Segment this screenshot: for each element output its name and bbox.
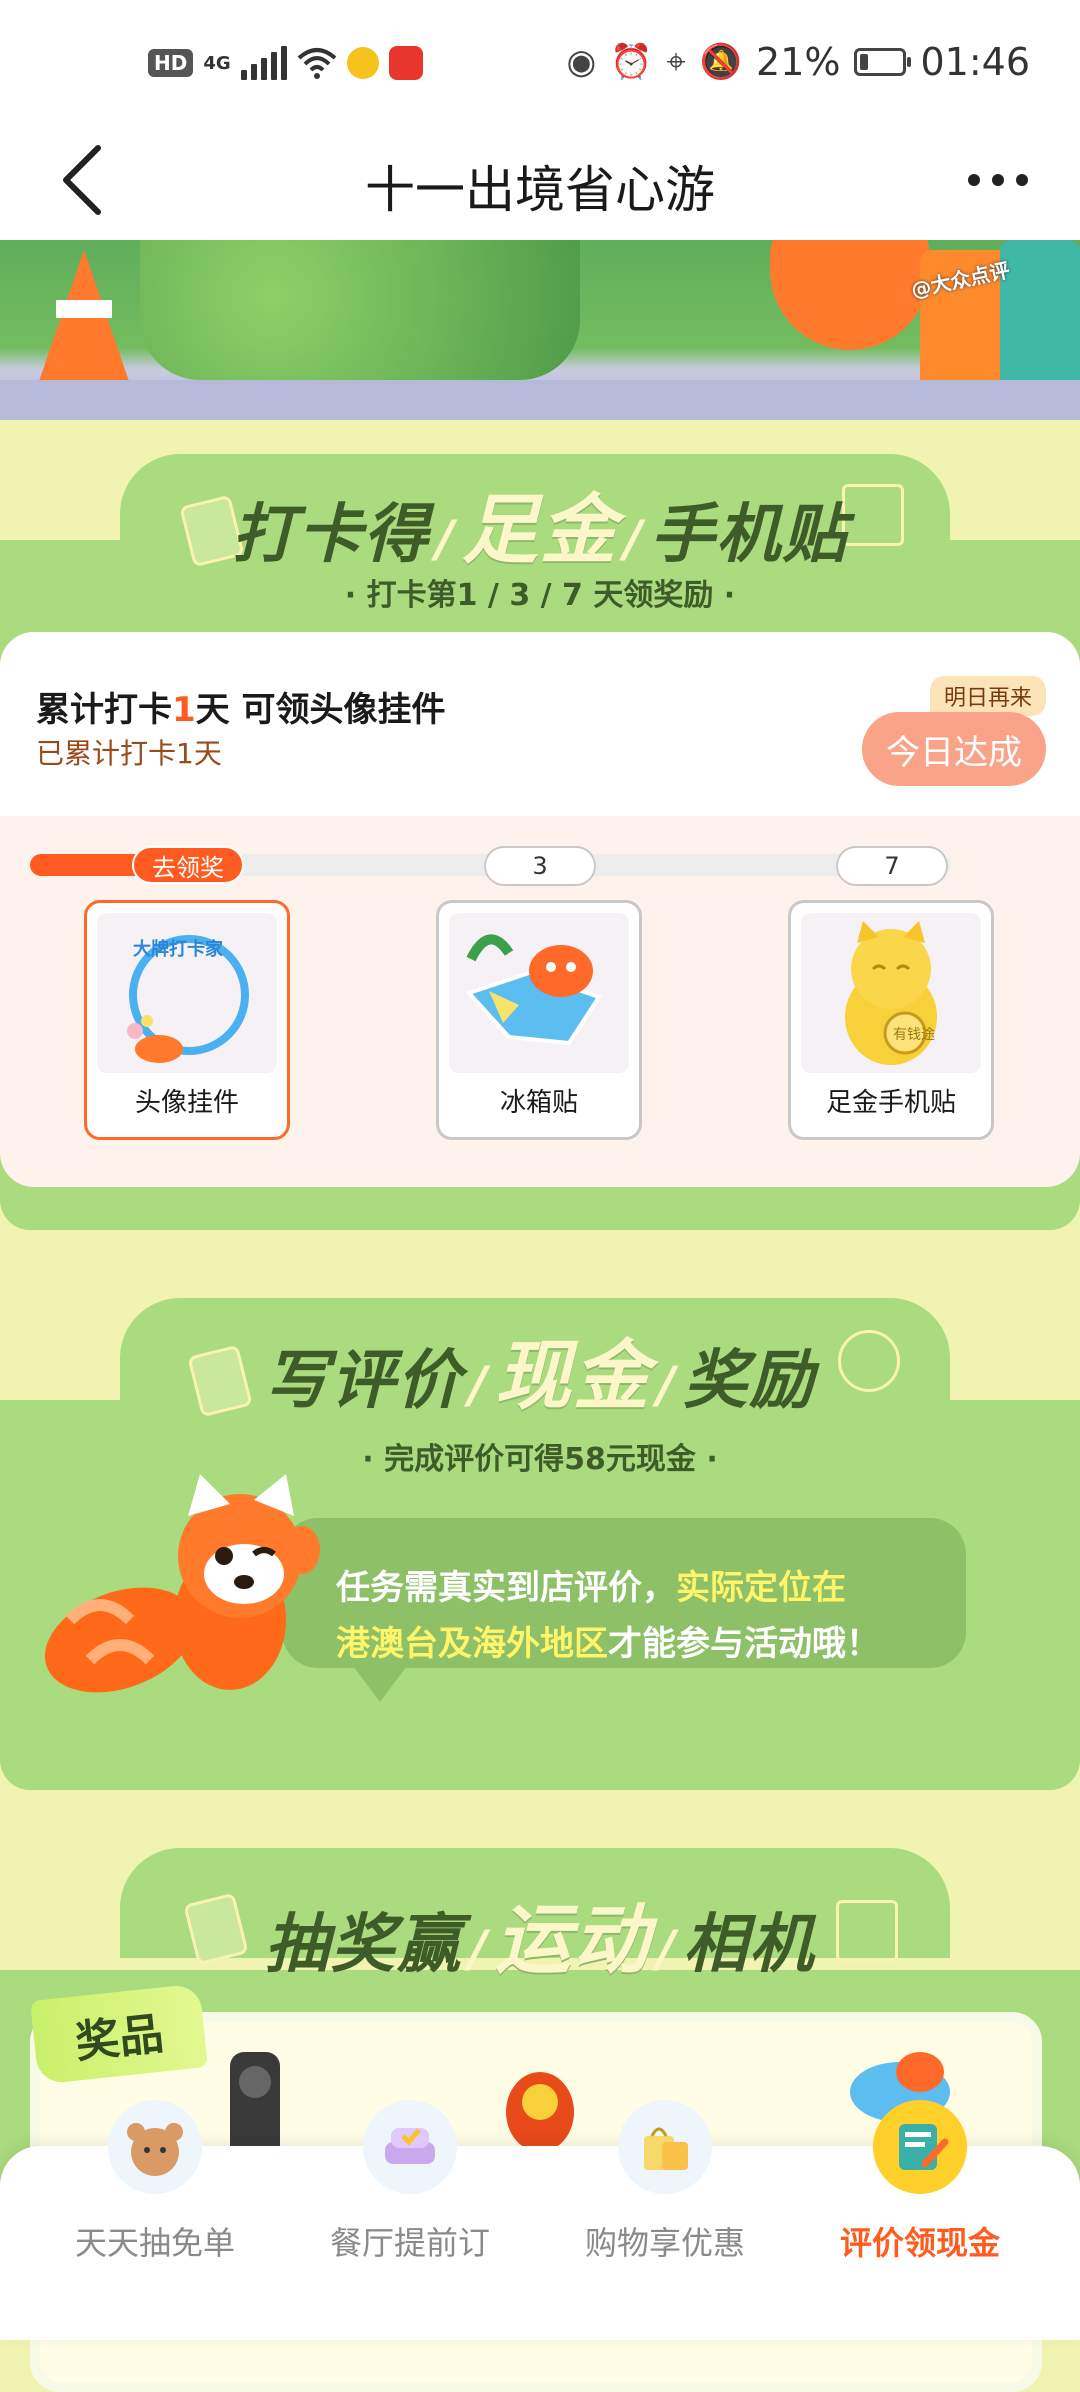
heading-part: 手机贴 bbox=[650, 498, 849, 572]
bear-icon bbox=[108, 2100, 202, 2194]
tab-label: 购物享优惠 bbox=[584, 2224, 745, 2262]
review-note-icon bbox=[873, 2100, 967, 2194]
hero-banner: @大众点评 bbox=[0, 240, 1080, 420]
heading-separator: / bbox=[657, 1920, 678, 1978]
network-badge: 4G bbox=[203, 52, 231, 74]
reward-gold-phone-sticker[interactable]: 有钱途 足金手机贴 bbox=[788, 900, 994, 1140]
heading-separator: / bbox=[468, 1356, 489, 1414]
status-right: ◉ ⏰ ⌖ 🔕 21% 01:46 bbox=[567, 40, 1031, 84]
milestone-day-7: 7 bbox=[836, 846, 948, 886]
come-back-tomorrow-tag: 明日再来 bbox=[929, 676, 1046, 716]
mascot-illustration bbox=[770, 240, 930, 350]
title-bar: 十一出境省心游 bbox=[0, 120, 1080, 240]
notice-highlight: 港澳台及海外地区 bbox=[336, 1624, 608, 1664]
heading-separator: / bbox=[435, 510, 456, 568]
dot-icon bbox=[968, 174, 980, 186]
lucky-cat-lettering: 有钱途 bbox=[893, 1026, 935, 1043]
avatar-frame-lettering: 大牌打卡家 bbox=[133, 938, 224, 960]
title-text: 累计打卡 bbox=[36, 690, 172, 730]
heading-part: 奖励 bbox=[683, 1344, 816, 1418]
tab-label: 餐厅提前订 bbox=[329, 2224, 490, 2262]
prize-tag: 奖品 bbox=[30, 1983, 208, 2085]
avatar-frame-image: 大牌打卡家 bbox=[97, 913, 277, 1073]
sofa-icon bbox=[363, 2100, 457, 2194]
app-notification-icon bbox=[346, 47, 379, 79]
road-strip bbox=[0, 380, 1080, 420]
suitcase-illustration-2 bbox=[1000, 240, 1080, 390]
dot-icon bbox=[1016, 174, 1028, 186]
hd-badge: HD bbox=[148, 49, 194, 77]
tab-daily-free-draw[interactable]: 天天抽免单 bbox=[20, 2100, 290, 2340]
heading-highlight: 现金 bbox=[495, 1331, 651, 1420]
page-title: 十一出境省心游 bbox=[365, 161, 715, 219]
notice-part: 才能参与活动哦！ bbox=[608, 1624, 880, 1664]
dot-icon bbox=[992, 174, 1004, 186]
clock: 01:46 bbox=[920, 40, 1030, 84]
alarm-icon: ⏰ bbox=[610, 42, 653, 82]
avatar-frame-icon: 大牌打卡家 bbox=[127, 935, 249, 1063]
signal-icon bbox=[240, 46, 287, 80]
fridge-magnet-image bbox=[449, 913, 629, 1073]
bush-illustration bbox=[140, 240, 580, 380]
day-count: 1 bbox=[172, 690, 196, 730]
location-icon: ⌖ bbox=[666, 42, 686, 82]
cone-stripe bbox=[56, 300, 112, 318]
battery-percent: 21% bbox=[756, 40, 841, 84]
checkin-subtitle: · 打卡第1 / 3 / 7 天领奖励 · bbox=[344, 578, 736, 613]
battery-icon bbox=[854, 48, 912, 76]
heading-separator: / bbox=[468, 1920, 489, 1978]
heading-separator: / bbox=[624, 510, 645, 568]
heading-part: 打卡得 bbox=[231, 498, 430, 572]
tab-review-cash[interactable]: 评价领现金 bbox=[785, 2100, 1055, 2340]
checkin-total: 已累计打卡1天 bbox=[36, 737, 222, 770]
status-bar: HD 4G ◉ ⏰ ⌖ 🔕 21% 01:46 bbox=[0, 0, 1080, 120]
red-panda-mascot-icon bbox=[44, 1474, 320, 1693]
notice-part: 任务需真实到店评价， bbox=[336, 1568, 676, 1608]
lottery-heading: 抽奖赢/运动/相机 bbox=[0, 1878, 1080, 1988]
heading-highlight: 运动 bbox=[495, 1895, 651, 1984]
today-done-button[interactable]: 今日达成 bbox=[862, 712, 1046, 786]
reward-label: 头像挂件 bbox=[134, 1088, 239, 1118]
more-options-button[interactable] bbox=[956, 150, 1040, 210]
huawei-app-icon bbox=[388, 46, 423, 80]
title-text: 天 可领头像挂件 bbox=[195, 690, 446, 730]
checkin-title: 累计打卡1天 可领头像挂件 bbox=[36, 682, 446, 731]
checkin-card: 累计打卡1天 可领头像挂件 已累计打卡1天 明日再来 今日达成 去领奖 3 7 … bbox=[0, 632, 1080, 1187]
heading-part: 相机 bbox=[683, 1908, 816, 1982]
tab-label: 评价领现金 bbox=[839, 2224, 1000, 2262]
notice-highlight: 实际定位在 bbox=[676, 1568, 846, 1608]
heading-separator: / bbox=[657, 1356, 678, 1414]
tab-restaurant-booking[interactable]: 餐厅提前订 bbox=[275, 2100, 545, 2340]
heading-part: 抽奖赢 bbox=[264, 1908, 463, 1982]
fridge-magnet-icon bbox=[465, 934, 603, 1046]
checkin-heading: 打卡得/足金/手机贴 bbox=[0, 468, 1080, 578]
notice-text: 任务需真实到店评价，实际定位在 港澳台及海外地区才能参与活动哦！ bbox=[336, 1560, 946, 1672]
checkin-card-header: 累计打卡1天 可领头像挂件 已累计打卡1天 明日再来 今日达成 bbox=[0, 632, 1080, 816]
heading-part: 写评价 bbox=[264, 1344, 463, 1418]
reward-label: 足金手机贴 bbox=[825, 1088, 956, 1118]
gold-sticker-image: 有钱途 bbox=[801, 913, 981, 1073]
status-left: HD 4G bbox=[148, 46, 423, 80]
eye-icon: ◉ bbox=[566, 42, 597, 82]
milestone-day-3: 3 bbox=[484, 846, 596, 886]
heading-highlight: 足金 bbox=[462, 485, 618, 574]
traffic-cone-illustration bbox=[36, 250, 132, 390]
wifi-icon bbox=[297, 48, 336, 79]
tab-label: 天天抽免单 bbox=[74, 2224, 235, 2262]
reward-avatar-frame[interactable]: 大牌打卡家 头像挂件 bbox=[84, 900, 290, 1140]
reward-fridge-magnet[interactable]: 冰箱贴 bbox=[436, 900, 642, 1140]
claim-reward-button[interactable]: 去领奖 bbox=[132, 846, 244, 884]
mute-icon: 🔕 bbox=[699, 42, 743, 82]
shopping-bag-icon bbox=[618, 2100, 712, 2194]
battery-level bbox=[860, 54, 869, 70]
review-heading: 写评价/现金/奖励 bbox=[0, 1314, 1080, 1424]
bottom-tab-bar: 天天抽免单 餐厅提前订 购物享优惠 评价领现金 bbox=[0, 2100, 1080, 2340]
lucky-cat-icon: 有钱途 bbox=[845, 921, 937, 1065]
tab-shopping-discounts[interactable]: 购物享优惠 bbox=[530, 2100, 800, 2340]
reward-label: 冰箱贴 bbox=[499, 1088, 578, 1118]
